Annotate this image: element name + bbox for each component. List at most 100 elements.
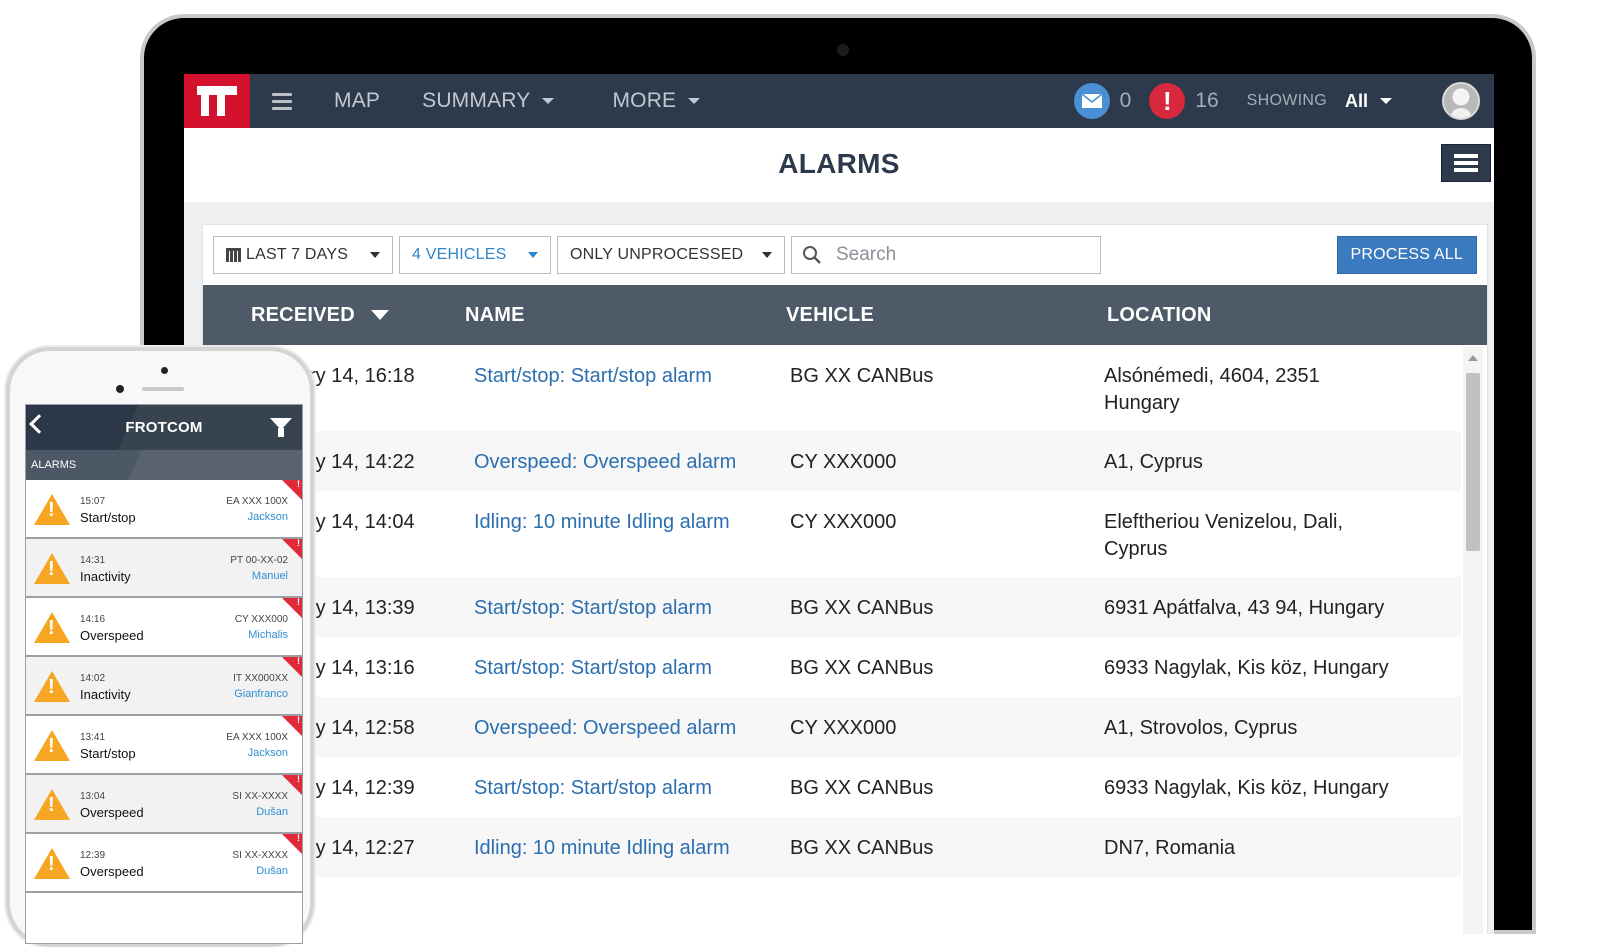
scrollbar-thumb[interactable] — [1466, 373, 1480, 551]
alarm-driver[interactable]: Dušan — [256, 806, 288, 818]
user-avatar[interactable] — [1442, 82, 1480, 120]
cell-name-link[interactable]: Idling: 10 minute Idling alarm — [474, 835, 730, 862]
cell-name-link[interactable]: Start/stop: Start/stop alarm — [474, 775, 712, 802]
table-row[interactable]: ry 14, 14:04 Idling: 10 minute Idling al… — [203, 491, 1461, 577]
alarm-type: Inactivity — [80, 687, 131, 702]
status-dropdown[interactable]: ONLY UNPROCESSED — [557, 236, 785, 274]
cell-vehicle: BG XX CANBus — [790, 597, 934, 619]
alarm-time: 14:16 — [80, 614, 106, 625]
mobile-header: FROTCOM — [26, 405, 302, 450]
vehicles-dropdown[interactable]: 4 VEHICLES — [399, 236, 551, 274]
alarm-plate: EA XXX 100X — [226, 732, 288, 743]
showing-value: All — [1344, 90, 1368, 111]
cell-vehicle: CY XXX000 — [790, 451, 897, 473]
location-line-2: Hungary — [1104, 392, 1180, 414]
cell-name-link[interactable]: Overspeed: Overspeed alarm — [474, 715, 736, 742]
unprocessed-flag-icon — [282, 774, 302, 795]
table-row[interactable]: ry 14, 14:22 Overspeed: Overspeed alarm … — [203, 431, 1461, 491]
column-vehicle[interactable]: VEHICLE — [786, 304, 874, 327]
table-scrollbar[interactable] — [1463, 347, 1483, 934]
envelope-icon — [1081, 93, 1103, 108]
period-dropdown[interactable]: LAST 7 DAYS — [213, 236, 393, 274]
alarm-time: 13:04 — [80, 791, 106, 802]
nav-more-label: MORE — [612, 89, 677, 112]
cell-received: ry 14, 14:04 — [309, 511, 415, 533]
search-input[interactable] — [836, 244, 1086, 266]
scroll-up-arrow-icon[interactable] — [1468, 355, 1478, 361]
warning-icon — [34, 553, 70, 584]
alarm-type: Overspeed — [80, 805, 144, 820]
alarms-button[interactable]: ! — [1149, 83, 1186, 119]
mobile-alarm-item[interactable]: 13:41 Start/stop EA XXX 100X Jackson — [26, 715, 302, 775]
cell-name-link[interactable]: Start/stop: Start/stop alarm — [474, 363, 712, 390]
calendar-icon — [226, 248, 241, 262]
table-row[interactable]: ry 14, 16:18 Start/stop: Start/stop alar… — [203, 345, 1461, 431]
alarm-driver[interactable]: Jackson — [248, 511, 288, 523]
table-row[interactable]: ry 14, 12:27 Idling: 10 minute Idling al… — [203, 817, 1461, 877]
column-location-label: LOCATION — [1107, 303, 1212, 326]
cell-received: ry 14, 12:39 — [309, 777, 415, 799]
column-name[interactable]: NAME — [465, 304, 525, 327]
table-row[interactable]: ry 14, 13:39 Start/stop: Start/stop alar… — [203, 577, 1461, 637]
cell-name-link[interactable]: Overspeed: Overspeed alarm — [474, 449, 736, 476]
nav-more[interactable]: MORE — [612, 89, 701, 113]
column-location[interactable]: LOCATION — [1107, 304, 1212, 327]
table-row[interactable]: ry 14, 12:39 Start/stop: Start/stop alar… — [203, 757, 1461, 817]
cell-location: A1, Strovolos, Cyprus — [1104, 717, 1298, 739]
warning-icon — [34, 848, 70, 879]
table-row[interactable]: ry 14, 13:16 Start/stop: Start/stop alar… — [203, 637, 1461, 697]
messages-button[interactable] — [1073, 83, 1110, 119]
alarm-plate: PT 00-XX-02 — [230, 555, 288, 566]
cell-vehicle: BG XX CANBus — [790, 657, 934, 679]
caret-down-icon — [370, 252, 380, 258]
caret-down-icon — [1380, 98, 1392, 104]
nav-map[interactable]: MAP — [334, 89, 380, 113]
alarm-type: Start/stop — [80, 746, 136, 761]
mobile-brand: FROTCOM — [125, 419, 203, 436]
laptop-camera — [837, 44, 849, 56]
warning-icon — [34, 671, 70, 702]
page-header: ALARMS — [184, 128, 1494, 202]
cell-name-link[interactable]: Idling: 10 minute Idling alarm — [474, 509, 730, 536]
back-arrow-icon[interactable] — [29, 414, 49, 434]
mobile-alarm-item[interactable]: 13:04 Overspeed SI XX-XXXX Dušan — [26, 774, 302, 834]
nav-summary[interactable]: SUMMARY — [422, 89, 555, 113]
messages-count: 0 — [1119, 89, 1132, 112]
process-all-button[interactable]: PROCESS ALL — [1336, 236, 1477, 274]
mobile-alarm-item[interactable]: 12:39 Overspeed SI XX-XXXX Dušan — [26, 833, 302, 893]
mobile-section-title: ALARMS — [26, 450, 302, 480]
alarm-type: Overspeed — [80, 628, 144, 643]
table-row[interactable]: ry 14, 12:58 Overspeed: Overspeed alarm … — [203, 697, 1461, 757]
frotcom-logo-icon — [197, 86, 237, 116]
mobile-alarm-item[interactable]: 15:07 Start/stop EA XXX 100X Jackson — [26, 479, 302, 539]
column-name-label: NAME — [465, 303, 525, 326]
page-menu-button[interactable] — [1441, 144, 1491, 182]
filter-icon[interactable] — [270, 418, 292, 437]
showing-label: SHOWING — [1246, 92, 1327, 109]
column-received[interactable]: RECEIVED — [251, 304, 389, 327]
mobile-alarm-item[interactable]: 14:31 Inactivity PT 00-XX-02 Manuel — [26, 538, 302, 598]
cell-received: ry 14, 13:16 — [309, 657, 415, 679]
alarm-driver[interactable]: Gianfranco — [234, 688, 288, 700]
laptop-frame: MAP SUMMARY MORE 0 ! 16 SHOWING All ALAR… — [140, 14, 1536, 934]
table-header: RECEIVED NAME VEHICLE LOCATION — [203, 285, 1487, 345]
cell-name-link[interactable]: Start/stop: Start/stop alarm — [474, 655, 712, 682]
alarm-plate: CY XXX000 — [234, 614, 288, 625]
alarm-driver[interactable]: Manuel — [252, 570, 288, 582]
alarm-driver[interactable]: Jackson — [248, 747, 288, 759]
exclamation-icon: ! — [1162, 85, 1172, 116]
cell-name-link[interactable]: Start/stop: Start/stop alarm — [474, 595, 712, 622]
brand-logo[interactable] — [184, 74, 250, 128]
nav-summary-label: SUMMARY — [422, 89, 531, 112]
alarm-type: Overspeed — [80, 864, 144, 879]
alarm-time: 14:02 — [80, 673, 106, 684]
cell-vehicle: CY XXX000 — [790, 717, 897, 739]
alarm-driver[interactable]: Dušan — [256, 865, 288, 877]
cell-location: A1, Cyprus — [1104, 449, 1203, 476]
alarm-driver[interactable]: Michalis — [248, 629, 288, 641]
mobile-alarm-item[interactable]: 14:02 Inactivity IT XX000XX Gianfranco — [26, 656, 302, 716]
warning-icon — [34, 612, 70, 643]
mobile-alarm-item[interactable]: 14:16 Overspeed CY XXX000 Michalis — [26, 597, 302, 657]
main-menu-icon[interactable] — [272, 92, 292, 110]
showing-dropdown[interactable]: All — [1345, 91, 1392, 112]
